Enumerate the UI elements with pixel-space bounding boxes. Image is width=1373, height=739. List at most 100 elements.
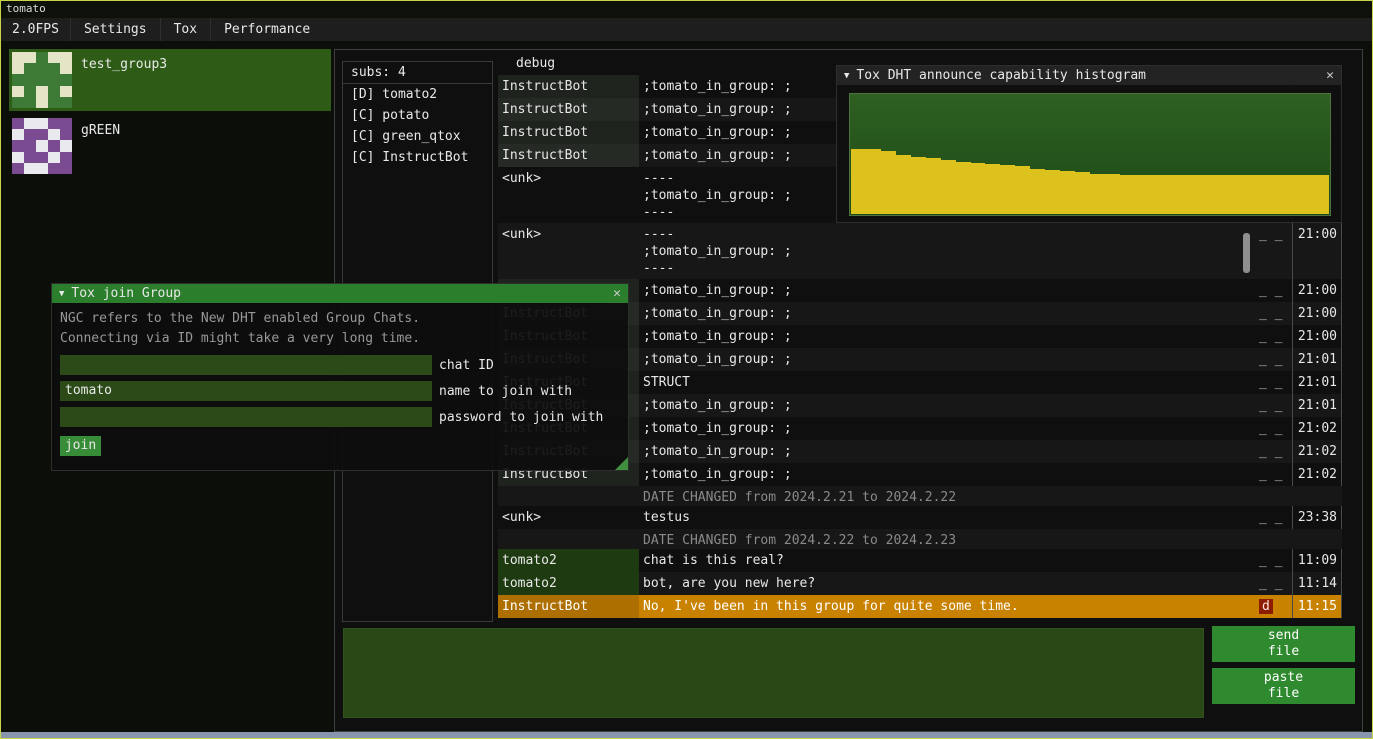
dht-histogram-window: ▼ Tox DHT announce capability histogram … [836, 65, 1342, 223]
join-group-title: Tox join Group [71, 286, 181, 301]
menu-item-settings[interactable]: Settings [70, 18, 160, 41]
join-field-row: password to join with [60, 407, 620, 427]
histogram-bar [866, 149, 881, 214]
fps-counter: 2.0FPS [1, 18, 70, 41]
histogram-bar [1254, 175, 1269, 214]
close-icon[interactable]: ✕ [613, 286, 621, 301]
send-file-button[interactable]: sendfile [1212, 626, 1355, 662]
message-text: ;tomato_in_group: ; [639, 279, 1255, 302]
dht-histogram-title: Tox DHT announce capability histogram [856, 68, 1146, 83]
message-flags: _ _ [1255, 506, 1292, 529]
join-name-input-label: name to join with [439, 384, 572, 399]
message-flags: _ _ [1255, 394, 1292, 417]
menu-item-performance[interactable]: Performance [210, 18, 323, 41]
message-text: ;tomato_in_group: ; [639, 394, 1255, 417]
join-password-input[interactable] [60, 407, 432, 427]
message-flags: _ _ [1255, 417, 1292, 440]
histogram-bar [1165, 175, 1180, 214]
group-name: test_group3 [81, 52, 167, 108]
close-icon[interactable]: ✕ [1326, 68, 1334, 83]
join-group-titlebar[interactable]: ▼ Tox join Group ✕ [52, 284, 628, 303]
sender-name[interactable]: InstructBot [498, 595, 639, 618]
date-changed-text: DATE CHANGED from 2024.2.21 to 2024.2.22 [639, 486, 1255, 506]
join-name-input[interactable]: tomato [60, 381, 432, 401]
sender-name[interactable]: <unk> [498, 506, 639, 529]
message-flags: _ _ [1255, 279, 1292, 302]
sender-name[interactable]: <unk> [498, 167, 639, 223]
histogram-bar [1299, 175, 1314, 214]
histogram-bar [1180, 175, 1195, 214]
group-item-gREEN[interactable]: gREEN [9, 115, 331, 177]
message-time: 11:14 [1292, 572, 1342, 595]
histogram-bar [1075, 172, 1090, 214]
subs-member[interactable]: [C] potato [343, 105, 492, 126]
collapse-icon[interactable]: ▼ [59, 289, 64, 299]
date-changed-text: DATE CHANGED from 2024.2.22 to 2024.2.23 [639, 529, 1255, 549]
chat-message-row: tomato2bot, are you new here?_ _11:14 [498, 572, 1342, 595]
message-flags: _ _ [1255, 302, 1292, 325]
subs-member[interactable]: [C] green_qtox [343, 126, 492, 147]
sender-name[interactable]: InstructBot [498, 98, 639, 121]
sender-name[interactable]: InstructBot [498, 121, 639, 144]
message-text: STRUCT [639, 371, 1255, 394]
date-divider-row: DATE CHANGED from 2024.2.21 to 2024.2.22 [498, 486, 1342, 506]
message-text: ;tomato_in_group: ; [639, 463, 1255, 486]
message-time: 21:00 [1292, 302, 1342, 325]
histogram-bar [1135, 175, 1150, 214]
histogram-bar [1314, 175, 1329, 214]
join-password-input-label: password to join with [439, 410, 603, 425]
chat-message-row: <unk>testus_ _23:38 [498, 506, 1342, 529]
message-text: ;tomato_in_group: ; [639, 325, 1255, 348]
sender-name[interactable]: tomato2 [498, 572, 639, 595]
ngc-info-line: Connecting via ID might take a very long… [60, 329, 620, 349]
sender-name[interactable]: tomato2 [498, 549, 639, 572]
message-text: ;tomato_in_group: ; [639, 302, 1255, 325]
message-flags: _ _ [1255, 325, 1292, 348]
sender-name[interactable]: InstructBot [498, 144, 639, 167]
message-input[interactable] [343, 628, 1204, 718]
dht-histogram-titlebar[interactable]: ▼ Tox DHT announce capability histogram … [837, 66, 1341, 85]
histogram-bar [1210, 175, 1225, 214]
histogram-bar [1150, 175, 1165, 214]
paste-file-button[interactable]: pastefile [1212, 668, 1355, 704]
histogram-bar [881, 151, 896, 214]
subs-member[interactable]: [D] tomato2 [343, 84, 492, 105]
histogram-bar [1105, 174, 1120, 214]
message-text: No, I've been in this group for quite so… [639, 595, 1255, 618]
chat-id-input[interactable] [60, 355, 432, 375]
subs-member[interactable]: [C] InstructBot [343, 147, 492, 168]
histogram-bar [1284, 175, 1299, 214]
menu-item-tox[interactable]: Tox [160, 18, 210, 41]
message-text: ----;tomato_in_group: ;---- [639, 223, 1255, 279]
join-fields: chat IDtomatoname to join withpassword t… [60, 355, 620, 427]
message-flags: _ _ [1255, 463, 1292, 486]
message-text: ;tomato_in_group: ; [639, 417, 1255, 440]
join-field-row: tomato name to join with [60, 381, 620, 401]
message-text: bot, are you new here? [639, 572, 1255, 595]
message-text: ;tomato_in_group: ; [639, 348, 1255, 371]
group-item-test_group3[interactable]: test_group3 [9, 49, 331, 111]
sender-name[interactable]: InstructBot [498, 75, 639, 98]
histogram-bar [1090, 174, 1105, 214]
sender-name[interactable]: <unk> [498, 223, 639, 279]
histogram-bar [956, 162, 971, 214]
menu-items: SettingsToxPerformance [70, 18, 323, 41]
chat-message-row: <unk>----;tomato_in_group: ;----_ _21:00 [498, 223, 1342, 279]
resize-grip[interactable] [615, 457, 628, 470]
message-time: 21:02 [1292, 440, 1342, 463]
chat-message-row: InstructBotNo, I've been in this group f… [498, 595, 1342, 618]
histogram-bar [1269, 175, 1284, 214]
histogram-bar [985, 164, 1000, 214]
message-flags: _ _ [1255, 549, 1292, 572]
join-button[interactable]: join [60, 436, 101, 456]
message-flags: _ _ [1255, 223, 1292, 279]
window-bottom-edge [1, 732, 1372, 738]
histogram-bar [896, 155, 911, 215]
chat-scrollbar-thumb[interactable] [1243, 233, 1250, 273]
date-divider-row: DATE CHANGED from 2024.2.22 to 2024.2.23 [498, 529, 1342, 549]
message-time: 11:09 [1292, 549, 1342, 572]
tab-debug[interactable]: debug [516, 55, 555, 73]
collapse-icon[interactable]: ▼ [844, 71, 849, 81]
histogram-bar [1195, 175, 1210, 214]
histogram-bar [1060, 171, 1075, 214]
